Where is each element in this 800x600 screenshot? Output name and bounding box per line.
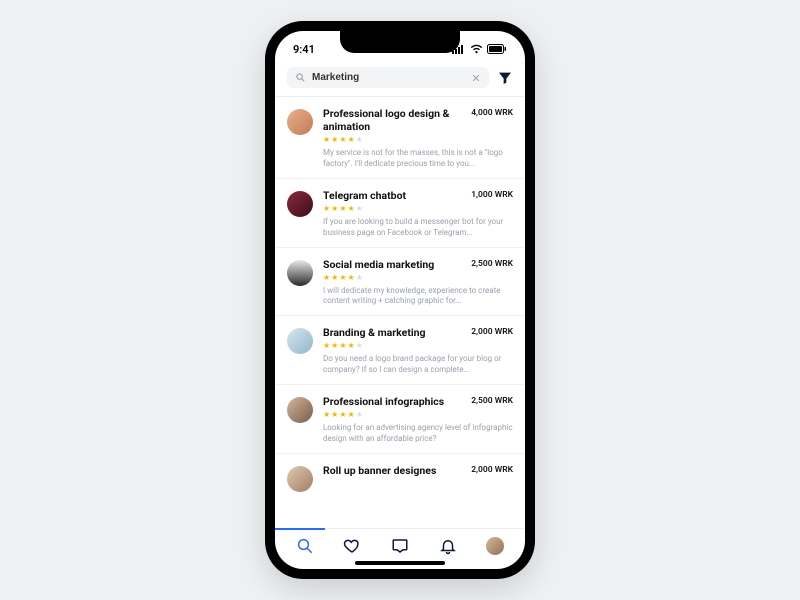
avatar [287,328,313,354]
rating-stars: ★★★★★ [323,136,513,144]
rating-stars: ★★★★★ [323,205,513,213]
tab-notifications[interactable] [424,537,472,555]
tab-search[interactable] [281,537,329,555]
wifi-icon [470,44,483,54]
rating-stars: ★★★★★ [323,411,513,419]
list-item[interactable]: Professional infographics 2,500 WRK ★★★★… [275,385,525,454]
clear-icon[interactable] [471,73,481,83]
screen: 9:41 [275,31,525,569]
tab-bar [275,528,525,561]
filter-button[interactable] [497,70,513,86]
item-description: Do you need a logo brand package for you… [323,354,513,376]
list-item[interactable]: Telegram chatbot 1,000 WRK ★★★★★ If you … [275,179,525,248]
search-row [275,61,525,96]
list-item[interactable]: Professional logo design & animation 4,0… [275,97,525,179]
item-price: 2,500 WRK [471,396,513,406]
rating-stars: ★★★★★ [323,342,513,350]
item-title: Branding & marketing [323,326,426,339]
results-list[interactable]: Professional logo design & animation 4,0… [275,97,525,528]
avatar [287,466,313,492]
tab-profile[interactable] [471,537,519,555]
home-indicator[interactable] [355,561,445,565]
profile-avatar-icon [486,537,504,555]
tab-messages[interactable] [376,537,424,555]
item-price: 2,000 WRK [471,327,513,337]
item-description: Looking for an advertising agency level … [323,423,513,445]
search-icon [295,72,306,83]
item-title: Telegram chatbot [323,189,406,202]
phone-frame: 9:41 [265,21,535,579]
list-item[interactable]: Social media marketing 2,500 WRK ★★★★★ I… [275,248,525,317]
notch [340,31,460,53]
item-description: I will dedicate my knowledge, experience… [323,286,513,308]
item-title: Roll up banner designes [323,464,436,477]
item-price: 4,000 WRK [471,108,513,118]
rating-stars: ★★★★★ [323,274,513,282]
item-description: My service is not for the masses, this i… [323,148,513,170]
list-item[interactable]: Roll up banner designes 2,000 WRK [275,454,525,500]
item-title: Professional logo design & animation [323,107,463,133]
avatar [287,260,313,286]
status-time: 9:41 [293,43,315,56]
avatar [287,191,313,217]
list-item[interactable]: Branding & marketing 2,000 WRK ★★★★★ Do … [275,316,525,385]
avatar [287,397,313,423]
item-title: Professional infographics [323,395,444,408]
tab-indicator [275,528,325,530]
search-input[interactable] [312,72,465,83]
item-price: 2,500 WRK [471,259,513,269]
avatar [287,109,313,135]
battery-icon [487,44,507,54]
item-price: 1,000 WRK [471,190,513,200]
item-price: 2,000 WRK [471,465,513,475]
item-description: If you are looking to build a messenger … [323,217,513,239]
tab-favorites[interactable] [329,537,377,555]
item-title: Social media marketing [323,258,434,271]
search-box[interactable] [287,67,489,88]
